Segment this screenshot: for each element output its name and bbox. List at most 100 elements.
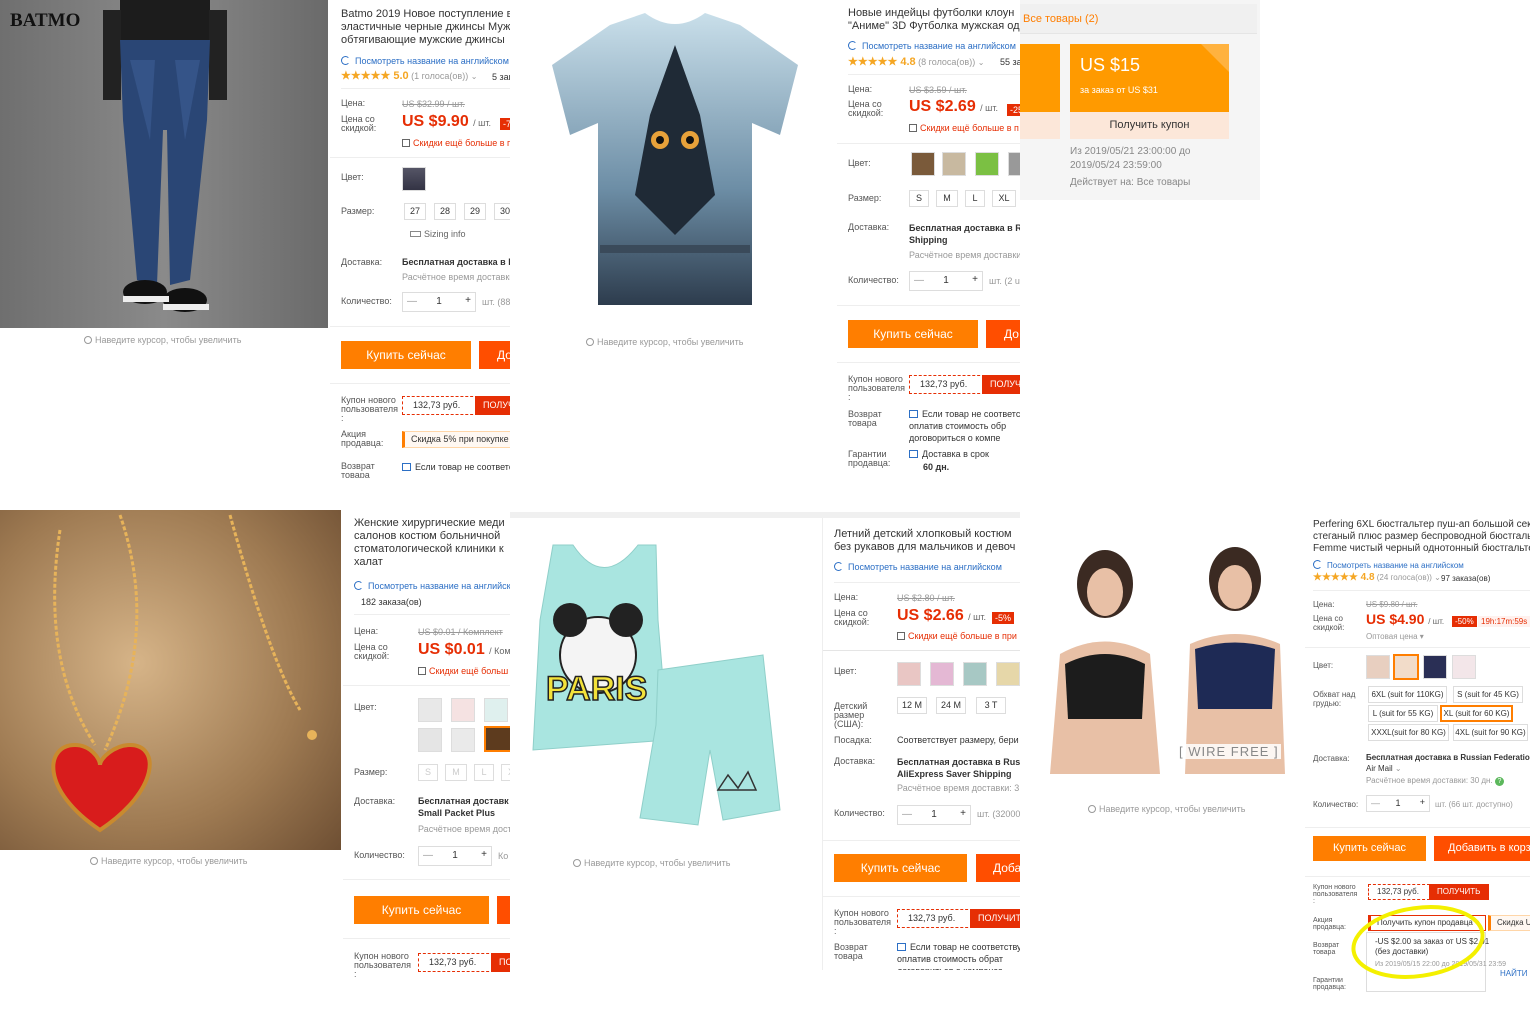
find-link[interactable]: НАЙТИ <box>1500 969 1528 978</box>
rating[interactable]: ★★★★★ 4.8 (24 голоса(ов)) ⌄ <box>1313 572 1441 583</box>
add-to-cart-button[interactable] <box>497 896 510 924</box>
rating[interactable]: ★★★★★ 5.0 (1 голоса(ов)) ⌄ <box>341 69 477 82</box>
qr-icon <box>418 667 426 675</box>
color-option[interactable] <box>402 167 426 191</box>
product-image-necklace[interactable] <box>0 510 341 850</box>
size-option[interactable]: 30 <box>494 203 510 220</box>
seller-promo[interactable]: Скидка 5% при покупке <box>402 431 510 448</box>
add-to-cart-button[interactable]: Доб <box>479 341 510 369</box>
translate-link[interactable]: Посмотреть название на английском <box>834 562 1002 572</box>
color-option[interactable] <box>942 152 966 176</box>
product-image-kids[interactable]: PARIS <box>528 540 798 830</box>
get-coupon-button[interactable]: ПОЛУЧИТЬ <box>1429 884 1489 900</box>
size-option[interactable]: 3 T <box>976 697 1006 714</box>
translate-link[interactable]: Посмотреть название на английском <box>848 41 1016 51</box>
get-coupon-button[interactable]: ПОЛУЧИТЬ <box>982 375 1020 394</box>
translate-link[interactable]: Посмотреть название на английском <box>1313 560 1464 570</box>
quantity-stepper[interactable]: —1 + <box>402 292 476 312</box>
wholesale-price-link[interactable]: Оптовая цена ▾ <box>1366 632 1424 641</box>
seller-discount[interactable]: Скидка U <box>1488 915 1530 931</box>
size-option[interactable]: X <box>501 764 510 781</box>
size-option[interactable]: M <box>445 764 467 781</box>
zoom-hint: Наведите курсор, чтобы увеличить <box>573 858 730 868</box>
size-option[interactable]: S <box>418 764 438 781</box>
size-option[interactable]: XL (suit for 60 KG) <box>1440 705 1513 722</box>
get-coupon-button[interactable]: ПОЛУЧИТЬ <box>491 953 510 972</box>
more-discounts-link[interactable]: Скидки ещё больше в при <box>897 631 1017 641</box>
tab-all-products[interactable]: Все товары (2) <box>1020 4 1257 34</box>
add-to-cart-button[interactable]: До <box>986 320 1020 348</box>
color-option[interactable] <box>1008 152 1020 176</box>
coupon-card[interactable]: US $15 за заказ от US $31 Получить купон <box>1070 44 1229 139</box>
size-option[interactable]: L <box>965 190 985 207</box>
color-option[interactable] <box>484 698 508 722</box>
color-option[interactable] <box>418 728 442 752</box>
color-option[interactable] <box>484 726 510 752</box>
quantity-stepper[interactable]: —1 + <box>897 805 971 825</box>
sizing-info-link[interactable]: Sizing info <box>410 229 466 239</box>
wire-free-label: [ WIRE FREE ] <box>1177 744 1281 759</box>
add-to-cart-button[interactable]: Доба <box>976 854 1020 882</box>
translate-icon <box>1313 560 1322 569</box>
color-option[interactable] <box>911 152 935 176</box>
orders-count: 55 за <box>1000 57 1020 67</box>
color-option[interactable] <box>1366 655 1390 679</box>
color-option[interactable] <box>1423 655 1447 679</box>
size-option[interactable]: M <box>936 190 958 207</box>
sale-price: US $4.90 / шт. <box>1366 611 1445 627</box>
buy-now-button[interactable]: Купить сейчас <box>848 320 978 348</box>
size-option[interactable]: L (suit for 55 KG) <box>1368 705 1438 722</box>
size-option[interactable]: 29 <box>464 203 486 220</box>
size-option[interactable]: 4XL (suit for 90 KG) <box>1453 724 1528 741</box>
product-image-jeans[interactable]: BATMO <box>0 0 328 328</box>
size-option[interactable]: 6XL (suit for 110KG) <box>1368 686 1447 703</box>
help-icon[interactable]: ? <box>1494 777 1504 786</box>
more-discounts-link[interactable]: Скидки ещё больше в п <box>909 123 1019 133</box>
color-option[interactable] <box>897 662 921 686</box>
zoom-hint: Наведите курсор, чтобы увеличить <box>586 337 743 347</box>
more-discounts-link[interactable]: Скидки ещё больше в п <box>402 138 510 148</box>
truck-icon <box>909 450 918 458</box>
size-option[interactable]: 28 <box>434 203 456 220</box>
color-option[interactable] <box>1393 654 1419 680</box>
discount-badge: -50% <box>1452 616 1477 627</box>
quantity-stepper[interactable]: —1 + <box>1366 795 1430 812</box>
buy-now-button[interactable]: Купить сейчас <box>354 896 489 924</box>
highlight-circle <box>1351 905 1485 979</box>
return-policy: Если товар не соответс оплатив стоимость… <box>909 409 1020 443</box>
color-option[interactable] <box>451 728 475 752</box>
color-option[interactable] <box>996 662 1020 686</box>
get-coupon-button[interactable]: Получить купон <box>1070 112 1229 139</box>
rating[interactable]: ★★★★★ 4.8 (8 голоса(ов)) ⌄ <box>848 55 984 68</box>
color-option[interactable] <box>451 698 475 722</box>
color-option[interactable] <box>930 662 954 686</box>
quantity-stepper[interactable]: —1 + <box>418 846 492 866</box>
color-option[interactable] <box>418 698 442 722</box>
size-option[interactable]: 27 <box>404 203 426 220</box>
translate-link[interactable]: Посмотреть название на английском <box>341 56 509 66</box>
size-option[interactable]: S (suit for 45 KG) <box>1453 686 1523 703</box>
size-option[interactable]: 24 M <box>936 697 966 714</box>
more-discounts-link[interactable]: Скидки ещё больш <box>418 666 508 676</box>
color-option[interactable] <box>963 662 987 686</box>
translate-link[interactable]: Посмотреть название на английском <box>354 581 510 591</box>
color-option[interactable] <box>1452 655 1476 679</box>
size-option[interactable]: XXXL(suit for 80 KG) <box>1368 724 1449 741</box>
get-coupon-button[interactable]: ПОЛУЧИТЬ <box>970 909 1020 928</box>
sale-price: US $9.90 / шт. <box>402 113 492 130</box>
size-option[interactable]: S <box>909 190 929 207</box>
buy-now-button[interactable]: Купить сейчас <box>834 854 967 882</box>
size-option[interactable]: XL <box>992 190 1016 207</box>
size-option[interactable]: 12 M <box>897 697 927 714</box>
add-to-cart-button[interactable]: Добавить в корзину <box>1434 836 1530 861</box>
buy-now-button[interactable]: Купить сейчас <box>341 341 471 369</box>
product-image-tshirt[interactable] <box>530 5 820 315</box>
color-option[interactable] <box>975 152 999 176</box>
return-policy: Если товар не соответству оплатив стоимо… <box>897 942 1020 970</box>
get-coupon-button[interactable]: ПОЛУЧИТЬ <box>475 396 510 415</box>
size-option[interactable]: L <box>474 764 494 781</box>
buy-now-button[interactable]: Купить сейчас <box>1313 836 1426 861</box>
return-policy: Если товар не соответс <box>402 461 510 473</box>
quantity-stepper[interactable]: —1 + <box>909 271 983 291</box>
return-icon <box>909 410 918 418</box>
